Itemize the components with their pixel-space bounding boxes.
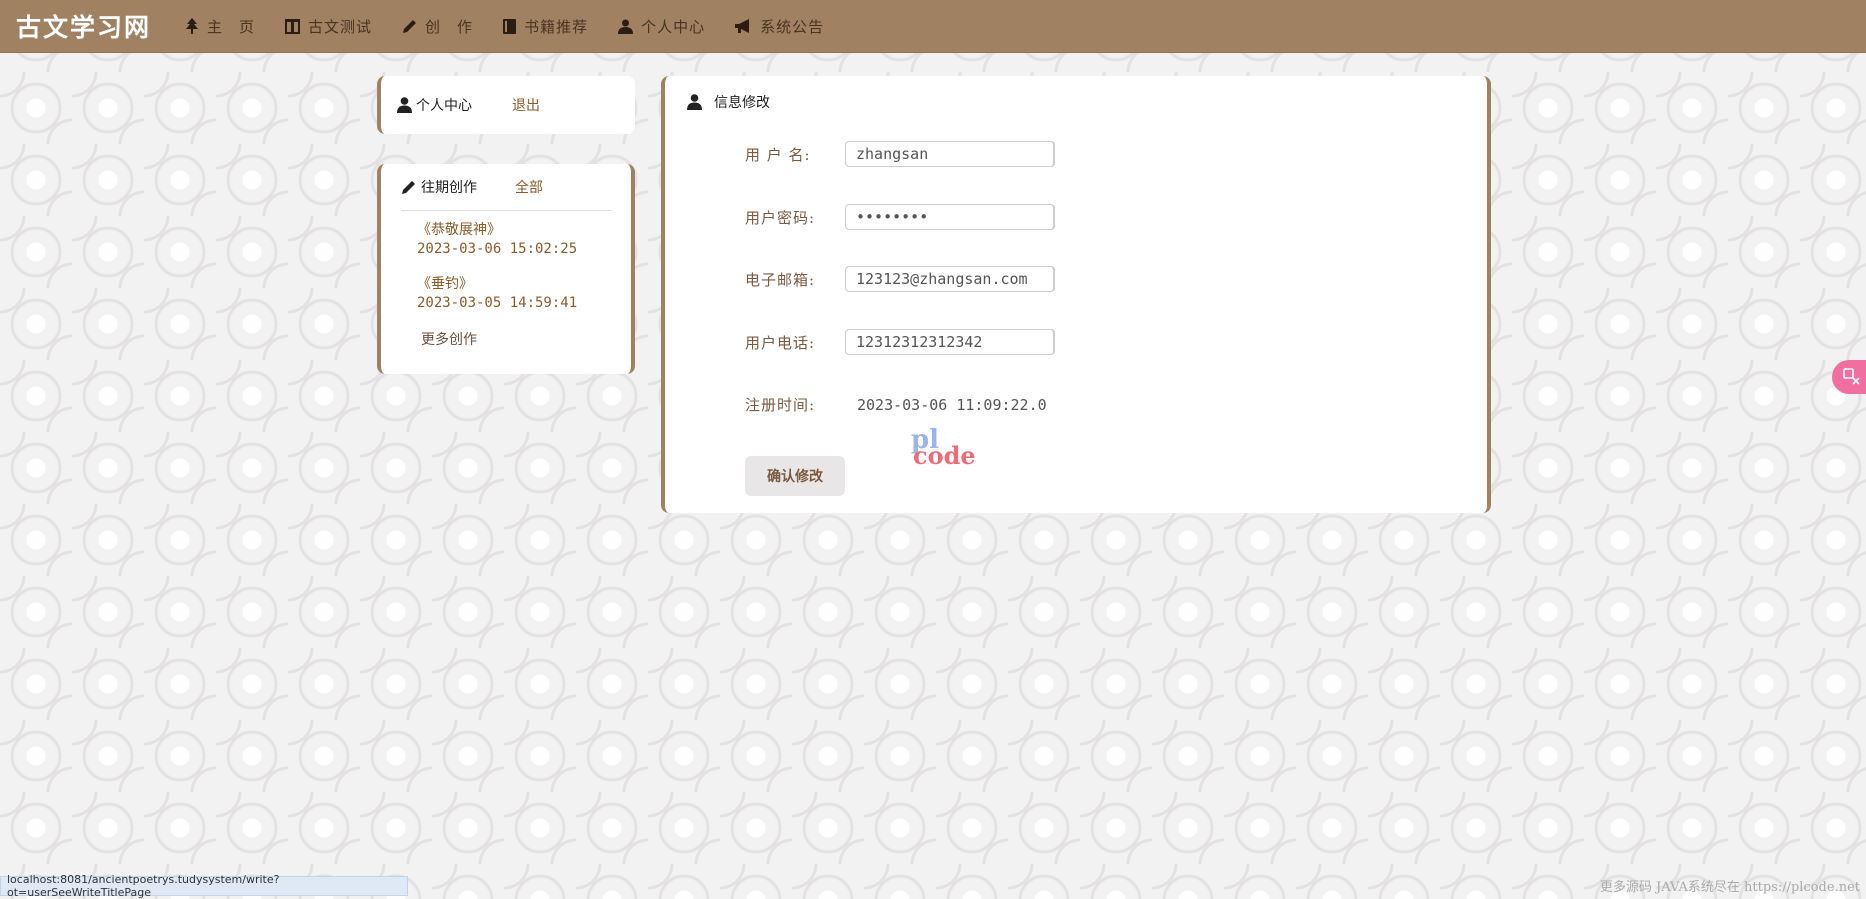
work-title: 《恭敬展神》 <box>417 222 501 238</box>
nav-item-label: 古文测试 <box>308 17 373 36</box>
work-date: 2023-03-05 14:59:41 <box>417 295 578 311</box>
password-input[interactable] <box>845 204 1055 230</box>
phone-label: 用户电话: <box>745 333 816 352</box>
user-icon <box>397 97 412 113</box>
site-brand[interactable]: 古文学习网 <box>16 8 151 44</box>
list-item[interactable]: 《恭敬展神》 2023-03-06 15:02:25 <box>417 221 631 259</box>
more-works-link[interactable]: 更多创作 <box>421 329 631 349</box>
logout-link[interactable]: 退出 <box>512 95 540 115</box>
nav-item-label: 主 页 <box>207 17 256 36</box>
phone-row: 用户电话: <box>745 329 1055 355</box>
password-row: 用户密码: <box>745 204 1055 230</box>
recent-works-header: 往期创作 全部 <box>401 164 611 211</box>
nav-item-label: 系统公告 <box>760 17 825 36</box>
nav-item-test[interactable]: 古文测试 <box>285 16 372 37</box>
nav-item-books[interactable]: 书籍推荐 <box>503 16 588 37</box>
work-date: 2023-03-06 15:02:25 <box>417 241 578 257</box>
nav-item-profile[interactable]: 个人中心 <box>618 16 705 37</box>
user-icon <box>618 19 634 34</box>
browser-status-bar: localhost:8081/ancientpoetrys.tudysystem… <box>0 873 408 899</box>
top-navbar: 古文学习网 主 页 古文测试 创 作 书籍推荐 个人中心 系统公告 <box>0 0 1866 53</box>
username-label: 用 户 名: <box>745 145 811 164</box>
plcode-logo: pl code <box>911 426 976 466</box>
username-row: 用 户 名: <box>745 141 1055 167</box>
logo-text-bottom: code <box>913 441 976 466</box>
megaphone-icon <box>735 18 750 33</box>
pencil-icon <box>402 180 415 194</box>
email-input[interactable] <box>845 266 1055 292</box>
translate-icon <box>1843 368 1860 385</box>
email-label: 电子邮箱: <box>745 270 816 289</box>
email-row: 电子邮箱: <box>745 266 1055 292</box>
register-time-value: 2023-03-06 11:09:22.0 <box>857 395 1047 414</box>
username-input[interactable] <box>845 141 1055 167</box>
list-item[interactable]: 《垂钓》 2023-03-05 14:59:41 <box>417 275 631 313</box>
recent-works-label: 往期创作 <box>421 180 477 196</box>
work-title: 《垂钓》 <box>417 276 473 292</box>
status-url: localhost:8081/ancientpoetrys.tudysystem… <box>7 873 280 899</box>
nav-item-home[interactable]: 主 页 <box>185 16 255 37</box>
bottom-watermark: 更多源码 JAVA系统尽在 https://plcode.net <box>1599 880 1860 895</box>
confirm-edit-button[interactable]: 确认修改 <box>745 456 845 496</box>
book-columns-icon <box>285 18 301 34</box>
info-edit-title: 信息修改 <box>714 95 770 111</box>
nav-item-notice[interactable]: 系统公告 <box>735 16 824 37</box>
user-icon <box>687 94 702 110</box>
pencil-icon <box>403 19 417 33</box>
register-time-label: 注册时间: <box>745 396 816 414</box>
user-center-label: 个人中心 <box>416 98 472 114</box>
info-edit-header: 信息修改 <box>687 90 1487 114</box>
nav-item-label: 书籍推荐 <box>524 17 589 36</box>
password-label: 用户密码: <box>745 208 816 227</box>
book-icon <box>503 18 517 34</box>
nav-item-label: 个人中心 <box>641 17 706 36</box>
translate-widget[interactable] <box>1832 360 1866 394</box>
user-center-panel: 个人中心 退出 <box>377 76 635 134</box>
tree-icon <box>186 18 199 34</box>
recent-works-panel: 往期创作 全部 《恭敬展神》 2023-03-06 15:02:25 《垂钓》 … <box>377 164 635 374</box>
info-edit-panel: 信息修改 用 户 名: 用户密码: 电子邮箱: 用户电话: 注册时间: 2023… <box>661 76 1491 513</box>
nav-item-label: 创 作 <box>425 17 474 36</box>
register-time-row: 注册时间: 2023-03-06 11:09:22.0 <box>745 394 1047 415</box>
phone-input[interactable] <box>845 329 1055 355</box>
nav-item-write[interactable]: 创 作 <box>402 16 473 37</box>
all-works-link[interactable]: 全部 <box>515 177 543 197</box>
